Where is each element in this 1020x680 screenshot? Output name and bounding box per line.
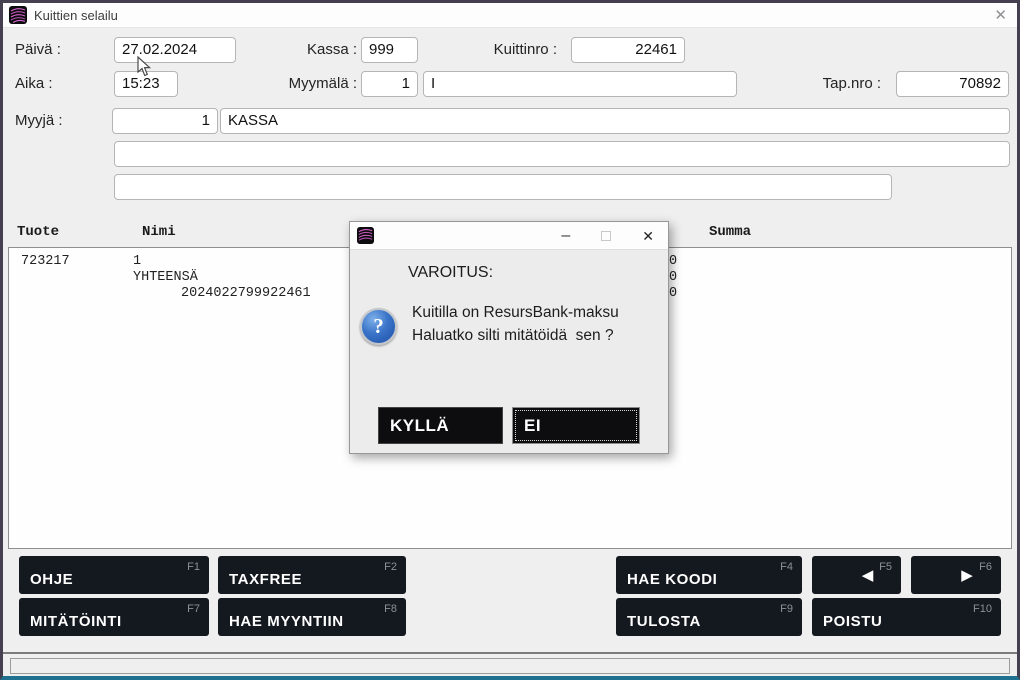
dialog-minimize-icon[interactable]: –	[561, 222, 570, 250]
app-window: Kuittien selailu ✕ Päivä : 27.02.2024 Ka…	[0, 0, 1020, 680]
line-reference: 2024022799922461	[181, 286, 311, 301]
dialog-logo-icon	[357, 227, 374, 244]
paiva-field[interactable]: 27.02.2024	[114, 37, 236, 63]
dialog-message-line2: Haluatko silti mitätöidä sen ?	[412, 327, 614, 344]
hae-koodi-fkey: F4	[780, 561, 793, 573]
tulosta-fkey: F9	[780, 603, 793, 615]
ohje-button-label: OHJE	[30, 571, 74, 588]
window-title: Kuittien selailu	[34, 8, 118, 23]
app-logo-icon	[9, 6, 27, 24]
line-nimi: YHTEENSÄ	[133, 270, 198, 285]
previous-receipt-button[interactable]: ◀ F5	[812, 556, 901, 594]
hae-myyntiin-fkey: F8	[384, 603, 397, 615]
hae-myyntiin-button-label: HAE MYYNTIIN	[229, 613, 344, 630]
ei-button[interactable]: EI	[512, 407, 640, 444]
myyja-name-field[interactable]: KASSA	[220, 108, 1010, 134]
mitatointi-button[interactable]: MITÄTÖINTI F7	[19, 598, 209, 636]
kylla-button[interactable]: KYLLÄ	[378, 407, 503, 444]
tapnro-label: Tap.nro :	[822, 75, 881, 92]
dialog-message-line1: Kuitilla on ResursBank-maksu	[412, 304, 619, 321]
aika-label: Aika :	[15, 75, 53, 92]
extra-field-1[interactable]	[114, 141, 1010, 167]
hae-myyntiin-button[interactable]: HAE MYYNTIIN F8	[218, 598, 406, 636]
next-receipt-button[interactable]: ▶ F6	[911, 556, 1001, 594]
kassa-field[interactable]: 999	[361, 37, 418, 63]
myymala-number-field[interactable]: 1	[361, 71, 418, 97]
myymala-name-field[interactable]: I	[423, 71, 737, 97]
warning-dialog: – ✕ VAROITUS: ? Kuitilla on ResursBank-m…	[349, 221, 669, 454]
ohje-fkey: F1	[187, 561, 200, 573]
poistu-button-label: POISTU	[823, 613, 883, 630]
line-summa-partial: 0	[669, 270, 678, 285]
mitatointi-button-label: MITÄTÖINTI	[30, 613, 122, 630]
bottom-divider	[3, 652, 1017, 654]
tulosta-button-label: TULOSTA	[627, 613, 701, 630]
next-fkey: F6	[979, 561, 992, 573]
taxfree-button-label: TAXFREE	[229, 571, 303, 588]
kassa-label: Kassa :	[306, 41, 357, 58]
dialog-maximize-icon	[601, 231, 612, 241]
hae-koodi-button-label: HAE KOODI	[627, 571, 718, 588]
myyja-number-field[interactable]: 1	[112, 108, 218, 134]
taxfree-button[interactable]: TAXFREE F2	[218, 556, 406, 594]
line-summa-partial: 0	[669, 286, 678, 301]
hae-koodi-button[interactable]: HAE KOODI F4	[616, 556, 802, 594]
ohje-button[interactable]: OHJE F1	[19, 556, 209, 594]
tulosta-button[interactable]: TULOSTA F9	[616, 598, 802, 636]
dialog-close-icon[interactable]: ✕	[642, 228, 654, 245]
taxfree-fkey: F2	[384, 561, 397, 573]
question-icon: ?	[360, 308, 397, 345]
line-summa-partial: 0	[669, 254, 678, 269]
column-header-nimi: Nimi	[142, 224, 176, 240]
previous-fkey: F5	[879, 561, 892, 573]
dialog-heading: VAROITUS:	[408, 264, 494, 281]
line-nimi: 1	[133, 254, 142, 269]
column-header-summa: Summa	[709, 224, 752, 240]
aika-field[interactable]: 15:23	[114, 71, 178, 97]
paiva-label: Päivä :	[15, 41, 61, 58]
mitatointi-fkey: F7	[187, 603, 200, 615]
window-close-icon[interactable]: ✕	[994, 3, 1007, 28]
titlebar: Kuittien selailu ✕	[3, 3, 1017, 28]
poistu-fkey: F10	[973, 603, 992, 615]
line-tuote: 723217	[21, 254, 70, 269]
poistu-button[interactable]: POISTU F10	[812, 598, 1001, 636]
question-glyph: ?	[373, 314, 384, 338]
tapnro-field[interactable]: 70892	[896, 71, 1009, 97]
myymala-label: Myymälä :	[288, 75, 357, 92]
column-header-tuote: Tuote	[17, 224, 60, 240]
kuittinro-label: Kuittinro :	[493, 41, 557, 58]
extra-field-2[interactable]	[114, 174, 892, 200]
kuittinro-field[interactable]: 22461	[571, 37, 685, 63]
myyja-label: Myyjä :	[15, 112, 63, 129]
status-bar	[10, 658, 1010, 674]
dialog-titlebar: – ✕	[350, 222, 668, 250]
